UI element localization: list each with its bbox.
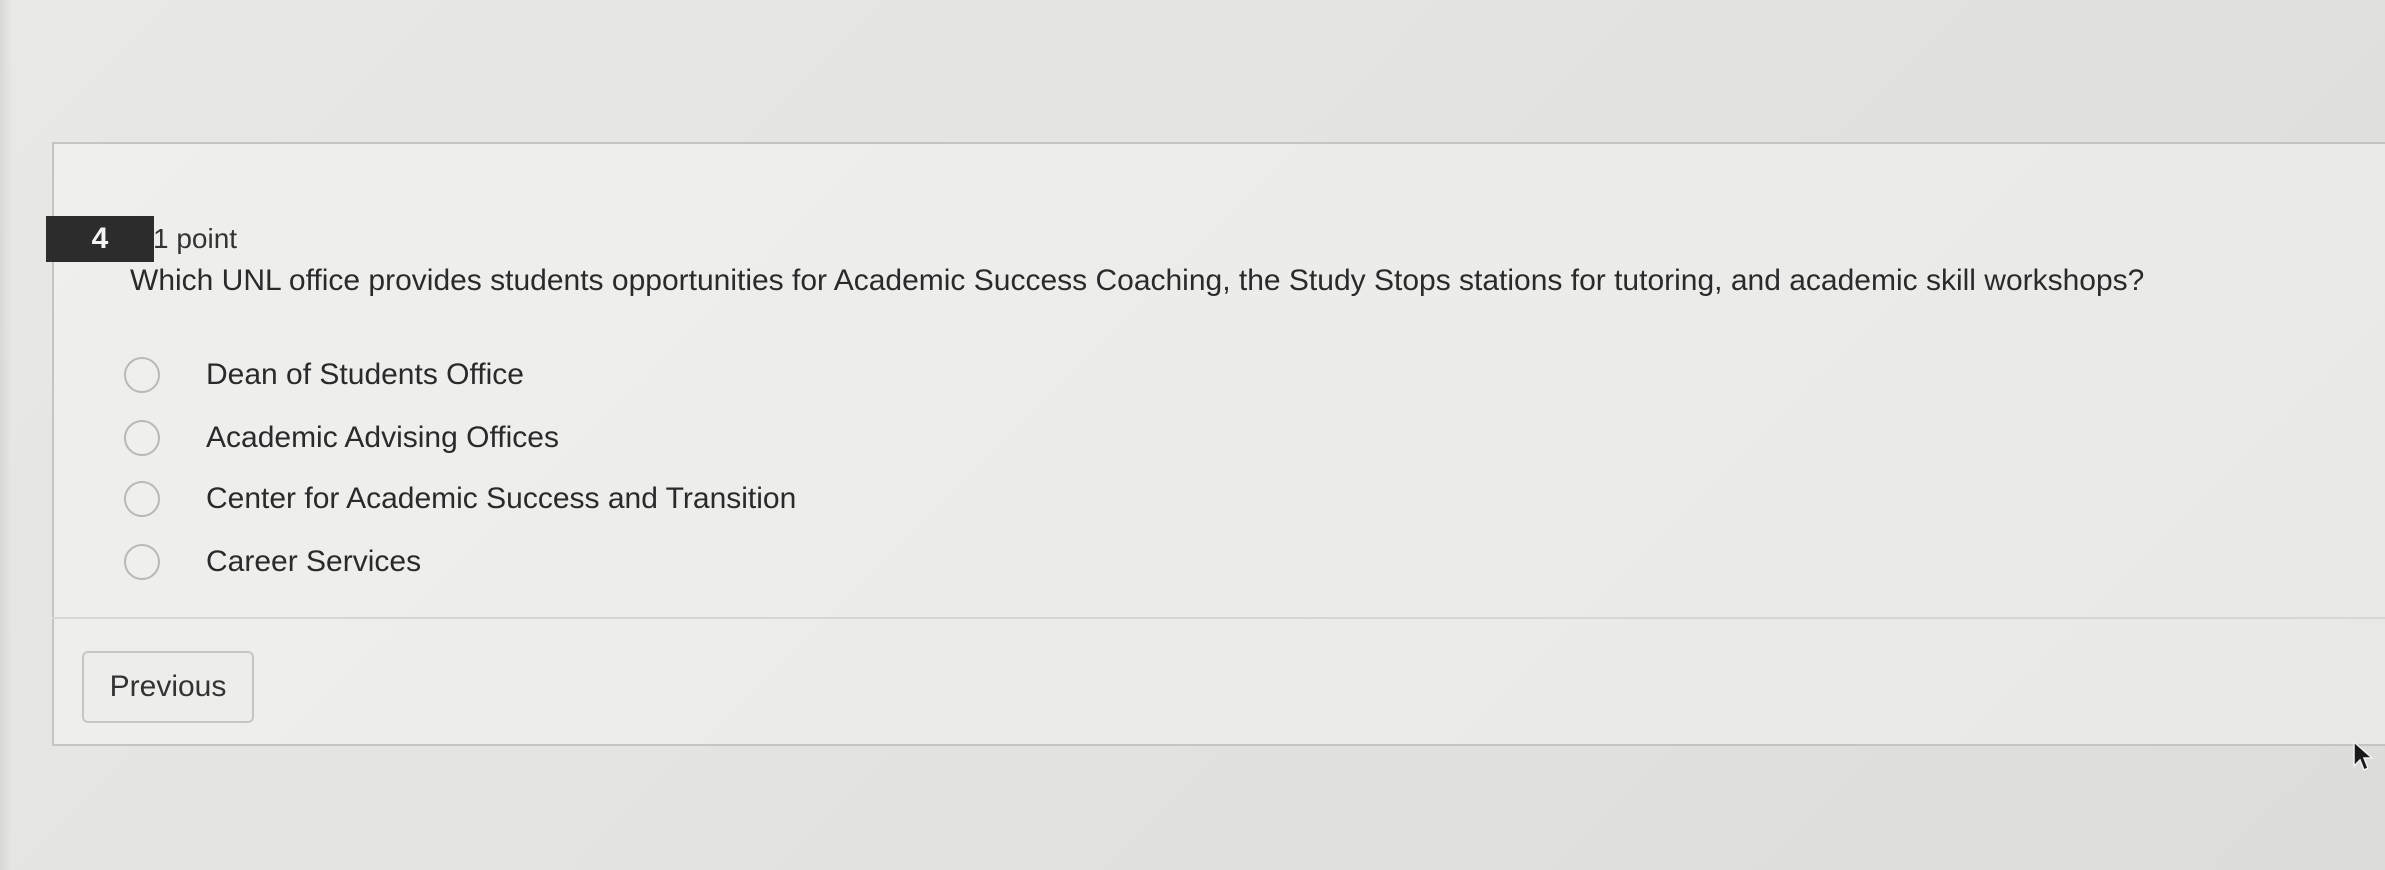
radio-button-icon[interactable] (124, 357, 160, 393)
question-text: Which UNL office provides students oppor… (130, 264, 2145, 297)
page-edge-shadow (0, 0, 12, 870)
answer-option-label[interactable]: Career Services (206, 545, 421, 579)
radio-button-icon[interactable] (124, 481, 160, 517)
mouse-cursor-icon (2353, 740, 2374, 772)
answer-option-label[interactable]: Academic Advising Offices (206, 421, 559, 455)
answer-option-4[interactable]: Career Services (124, 540, 421, 584)
card-divider (52, 617, 2385, 619)
radio-button-icon[interactable] (124, 544, 160, 580)
previous-button[interactable]: Previous (82, 651, 254, 723)
answer-option-2[interactable]: Academic Advising Offices (124, 416, 559, 460)
answer-option-1[interactable]: Dean of Students Office (124, 353, 524, 397)
question-number-badge: 4 (46, 216, 154, 262)
answer-option-label[interactable]: Center for Academic Success and Transiti… (206, 482, 796, 516)
answer-option-label[interactable]: Dean of Students Office (206, 358, 524, 392)
answer-option-3[interactable]: Center for Academic Success and Transiti… (124, 477, 796, 521)
radio-button-icon[interactable] (124, 420, 160, 456)
question-points: 1 point (153, 223, 238, 254)
